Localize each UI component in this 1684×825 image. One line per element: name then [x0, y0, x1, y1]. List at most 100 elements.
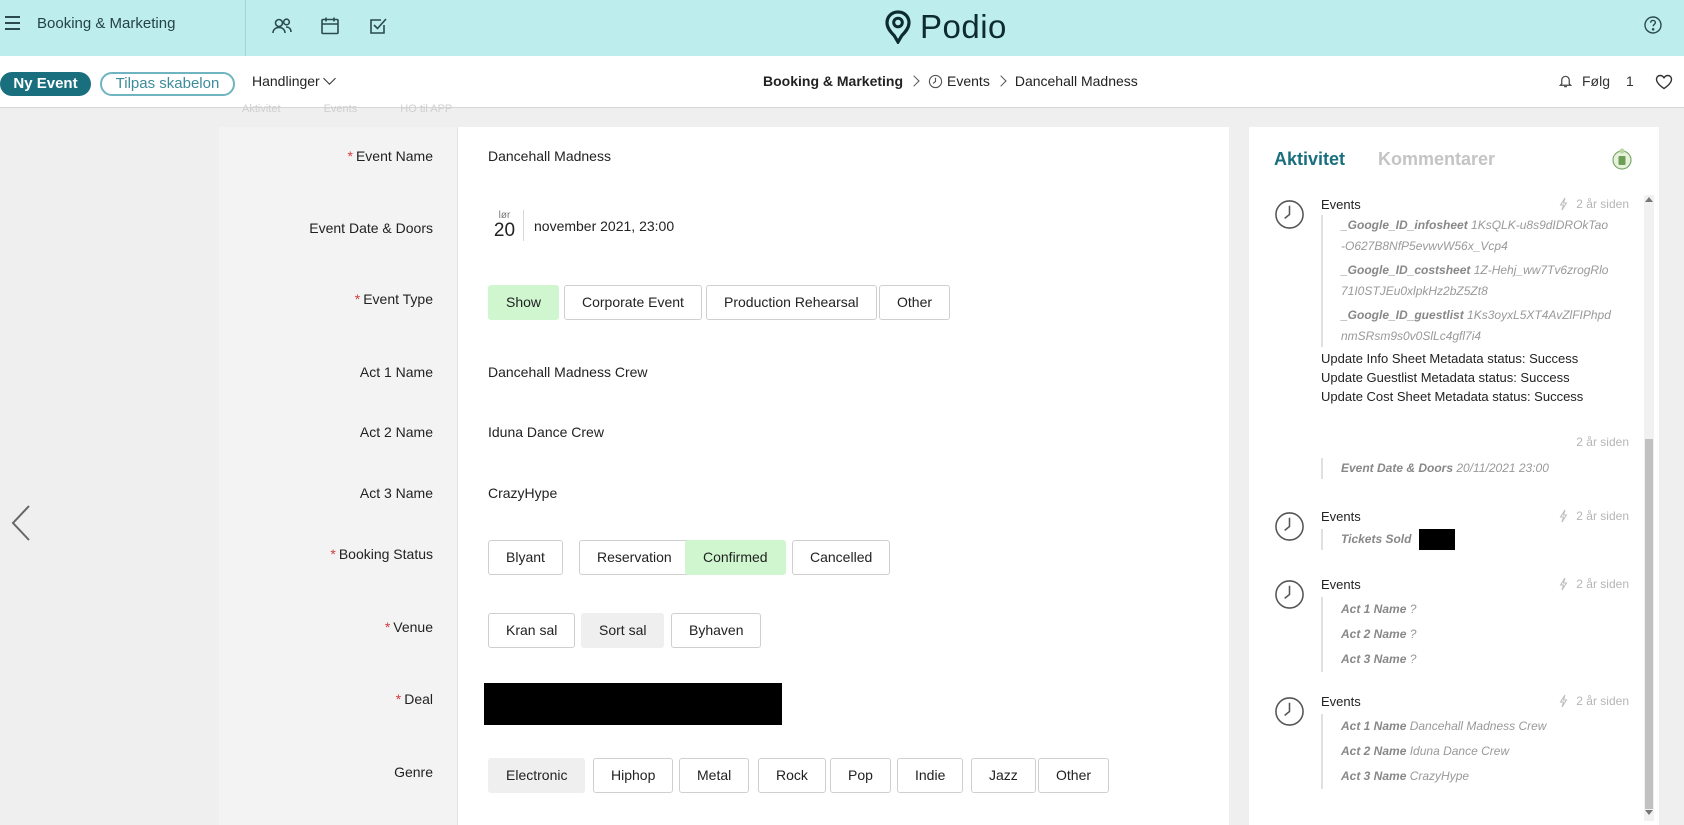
required-marker: * — [354, 291, 361, 307]
new-event-button[interactable]: Ny Event — [0, 72, 91, 96]
activity-item-title[interactable]: Events — [1321, 197, 1361, 212]
scroll-down-arrow-icon[interactable] — [1645, 810, 1653, 815]
contacts-icon[interactable] — [270, 14, 294, 38]
booking-status-label: * Booking Status — [330, 546, 433, 562]
booking-status-option-cancelled[interactable]: Cancelled — [792, 540, 891, 575]
activity-item-details: Act 1 Name Dancehall Madness Crew Act 2 … — [1321, 714, 1611, 789]
event-name-value[interactable]: Dancehall Madness — [488, 148, 611, 164]
required-marker: * — [395, 691, 402, 707]
activity-item-time: 2 år siden — [1559, 694, 1629, 708]
activity-message: Update Cost Sheet Metadata status: Succe… — [1321, 389, 1584, 404]
event-type-option-corporate-event[interactable]: Corporate Event — [564, 285, 702, 320]
genre-label: Genre — [394, 764, 433, 780]
genre-option-jazz[interactable]: Jazz — [971, 758, 1036, 793]
deal-label: * Deal — [395, 691, 433, 707]
tab-activity[interactable]: Aktivitet — [1274, 149, 1345, 169]
follow-count: 1 — [1626, 73, 1634, 89]
event-type-option-production-rehearsal[interactable]: Production Rehearsal — [706, 285, 877, 320]
item-form: * Event Name Dancehall Madness Event Date… — [219, 127, 1229, 825]
scrollbar-thumb[interactable] — [1645, 439, 1653, 809]
breadcrumb: Booking & Marketing Events Dancehall Mad… — [763, 73, 1138, 89]
detail-row: _Google_ID_costsheet 1Z-Hehj_ww7Tv6zrogR… — [1341, 263, 1609, 298]
clock-icon — [1275, 200, 1304, 229]
scroll-up-arrow-icon[interactable] — [1645, 197, 1653, 202]
activity-panel: Aktivitet Kommentarer Events 2 år siden … — [1249, 127, 1659, 825]
deal-value-redacted — [484, 683, 782, 725]
ghost-tab: HO til APP — [400, 103, 453, 115]
act1-value[interactable]: Dancehall Madness Crew — [488, 364, 648, 380]
act3-value[interactable]: CrazyHype — [488, 485, 557, 501]
actions-menu-label: Handlinger — [252, 73, 320, 89]
genre-option-hiphop[interactable]: Hiphop — [593, 758, 674, 793]
venue-option-sort-sal[interactable]: Sort sal — [581, 613, 665, 648]
activity-item-title[interactable]: Events — [1321, 509, 1361, 524]
breadcrumb-app[interactable]: Events — [947, 73, 990, 89]
calendar-icon[interactable] — [318, 14, 342, 38]
detail-row: Act 2 Name Iduna Dance Crew — [1341, 744, 1510, 758]
booking-status-option-blyant[interactable]: Blyant — [488, 540, 563, 575]
activity-item-title[interactable]: Events — [1321, 577, 1361, 592]
podio-logo[interactable]: Podio — [884, 6, 1007, 48]
bell-icon — [1558, 75, 1573, 88]
help-icon[interactable] — [1643, 15, 1663, 35]
detail-row: Tickets Sold — [1341, 529, 1611, 551]
venue-option-byhaven[interactable]: Byhaven — [671, 613, 762, 648]
workspace-title[interactable]: Booking & Marketing — [37, 15, 175, 32]
ghost-tab: Events — [323, 103, 358, 115]
detail-row: Act 3 Name ? — [1341, 652, 1417, 666]
genre-option-rock[interactable]: Rock — [758, 758, 826, 793]
podio-logo-text: Podio — [920, 8, 1007, 45]
genre-option-other[interactable]: Other — [1038, 758, 1110, 793]
booking-status-option-confirmed[interactable]: Confirmed — [685, 540, 786, 575]
activity-item-title[interactable]: Events — [1321, 694, 1361, 709]
event-type-option-show[interactable]: Show — [488, 285, 560, 320]
previous-item-arrow-icon[interactable] — [10, 504, 32, 542]
venue-label: * Venue — [384, 619, 433, 635]
genre-option-pop[interactable]: Pop — [830, 758, 891, 793]
lightning-icon — [1559, 577, 1568, 591]
act2-value[interactable]: Iduna Dance Crew — [488, 424, 604, 440]
hamburger-icon[interactable] — [5, 16, 20, 30]
activity-item-time: 2 år siden — [1559, 197, 1629, 211]
activity-messages: Update Info Sheet Metadata status: Succe… — [1321, 349, 1583, 406]
actions-menu[interactable]: Handlinger — [252, 72, 336, 89]
required-marker: * — [330, 546, 336, 562]
tasks-icon[interactable] — [366, 14, 390, 38]
genre-option-metal[interactable]: Metal — [679, 758, 750, 793]
chevron-down-icon — [322, 72, 336, 85]
tab-comments[interactable]: Kommentarer — [1378, 149, 1495, 169]
event-date-value[interactable]: lør 20 november 2021, 23:00 — [488, 210, 674, 241]
top-bar: Booking & Marketing Podio — [0, 0, 1684, 56]
required-marker: * — [347, 148, 353, 164]
activity-feed[interactable]: Events 2 år siden _Google_ID_infosheet 1… — [1249, 195, 1659, 825]
booking-status-option-reservation[interactable]: Reservation — [579, 540, 690, 575]
activity-item-details: _Google_ID_infosheet 1KsQLK-u8s9dIDROkTa… — [1321, 215, 1611, 347]
heart-icon[interactable] — [1655, 74, 1673, 90]
breadcrumb-workspace[interactable]: Booking & Marketing — [763, 73, 903, 89]
follow-button[interactable]: Følg 1 — [1558, 73, 1634, 89]
activity-scrollbar[interactable] — [1644, 195, 1654, 821]
event-name-label: * Event Name — [347, 148, 434, 164]
activity-item-details: Tickets Sold — [1321, 529, 1611, 551]
customize-template-button[interactable]: Tilpas skabelon — [100, 72, 235, 96]
detail-row: Act 1 Name Dancehall Madness Crew — [1341, 719, 1547, 733]
event-type-option-other[interactable]: Other — [879, 285, 951, 320]
date-text: november 2021, 23:00 — [534, 217, 675, 234]
topbar-divider — [245, 0, 246, 56]
event-type-label: * Event Type — [354, 291, 433, 307]
activity-tabs: Aktivitet Kommentarer — [1274, 149, 1495, 170]
genre-option-indie[interactable]: Indie — [897, 758, 964, 793]
detail-row: _Google_ID_infosheet 1KsQLK-u8s9dIDROkTa… — [1341, 218, 1609, 253]
action-bar: Ny Event Tilpas skabelon Handlinger Book… — [0, 56, 1684, 108]
clock-icon — [1275, 512, 1304, 541]
breadcrumb-item: Dancehall Madness — [1014, 73, 1138, 89]
genre-option-electronic[interactable]: Electronic — [488, 758, 586, 793]
user-avatar-icon[interactable] — [1611, 147, 1633, 171]
venue-option-kran-sal[interactable]: Kran sal — [488, 613, 576, 648]
lightning-icon — [1559, 694, 1568, 708]
tickets-sold-redacted — [1418, 529, 1455, 551]
lightning-icon — [1559, 197, 1568, 211]
detail-row: Act 2 Name ? — [1341, 627, 1417, 641]
act2-label: Act 2 Name — [359, 424, 433, 440]
clock-icon — [1275, 697, 1304, 726]
